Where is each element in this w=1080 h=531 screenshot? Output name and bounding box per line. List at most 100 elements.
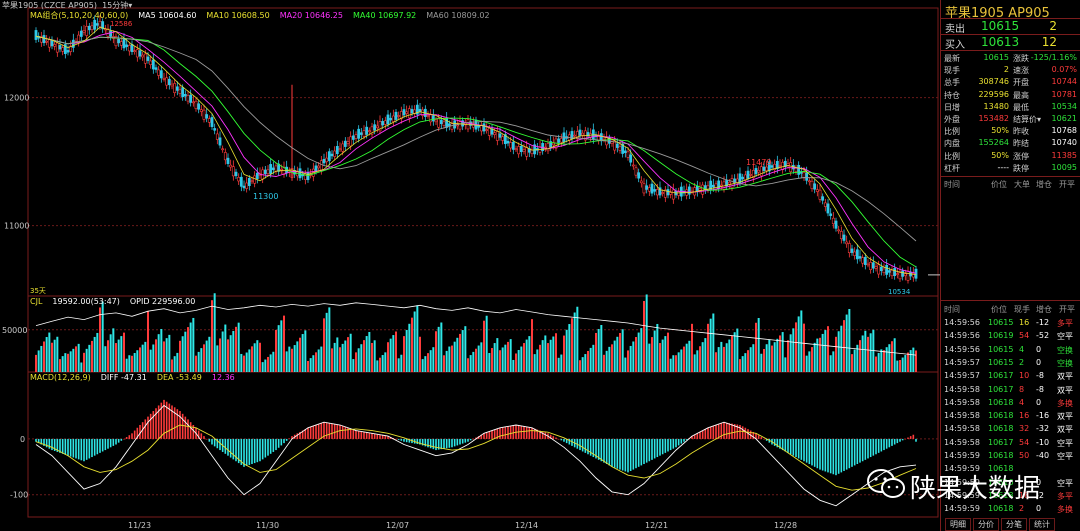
macd-bar (640, 438, 643, 466)
candle-body (591, 129, 595, 140)
volume-bar (173, 356, 176, 372)
candle-body (229, 164, 233, 168)
panel-tab[interactable]: 分价 (973, 518, 999, 531)
candle-body (271, 167, 275, 171)
macd-bar (915, 438, 917, 442)
macd-bar (125, 437, 128, 439)
sell-row[interactable]: 卖出 10615 2 (941, 19, 1080, 35)
stat-key: 日增 (944, 102, 960, 112)
volume-bar (443, 355, 445, 372)
trade-row: 14:59:58 10618 16 -16 双平 (941, 411, 1080, 424)
candle-body (357, 128, 361, 139)
macd-bar (512, 425, 515, 439)
candle-body (82, 30, 86, 33)
volume-bar (125, 358, 128, 372)
candle-body (829, 213, 833, 216)
candle-body (119, 41, 123, 46)
macd-bar (75, 438, 77, 459)
candle-body (634, 167, 638, 176)
volume-bar (341, 343, 344, 372)
candle-body (338, 148, 342, 151)
macd-bar (509, 425, 512, 439)
volume-bar (195, 355, 197, 372)
candle-body (669, 192, 673, 195)
volume-bar (776, 338, 779, 372)
volume-bar (557, 357, 560, 372)
volume-bar (541, 340, 544, 372)
volume-bar (603, 354, 605, 372)
volume-bar (627, 350, 629, 372)
candle-body (167, 78, 171, 86)
stat-key: 最高 (1013, 90, 1029, 100)
volume-bar (651, 337, 653, 372)
panel-tab[interactable]: 分笔 (1001, 518, 1027, 531)
volume-bar (93, 336, 96, 372)
volume-bar (520, 346, 523, 372)
volume-bar (269, 354, 272, 372)
macd-bar (869, 438, 872, 458)
ma-line (35, 35, 917, 242)
volume-bar (176, 352, 179, 372)
macd-bar (611, 438, 613, 467)
trade-cell: 14:59:58 (944, 411, 980, 421)
candle-body (375, 125, 379, 129)
volume-bar (216, 345, 219, 372)
stat-key: 跌停 (1013, 163, 1029, 173)
macd-bar (843, 438, 845, 471)
volume-bar (915, 350, 917, 372)
volume-bar (496, 338, 499, 372)
candle-body (818, 189, 822, 200)
macd-bar (675, 438, 677, 448)
price-candles[interactable] (34, 15, 918, 284)
macd-bar (579, 438, 581, 451)
trade-row: 14:59:58 10617 54 -10 空平 (941, 438, 1080, 451)
candle-body (405, 111, 409, 114)
macd-bar (744, 427, 747, 439)
volume-bar (536, 349, 539, 372)
trade-cell: 双平 (1057, 425, 1073, 435)
volume-bar (256, 340, 259, 372)
period-selector[interactable]: 15分钟 (102, 1, 128, 10)
candle-body (778, 165, 782, 167)
volume-bar (499, 350, 501, 372)
macd-bar (277, 438, 280, 448)
candle-body (698, 188, 702, 191)
stat-key: 速涨 (1013, 66, 1029, 76)
candle-body (853, 251, 857, 256)
volume-bar (352, 359, 355, 372)
volume-bar (907, 352, 909, 372)
volume-bar (373, 340, 376, 372)
candle-body (437, 117, 441, 128)
macd-bar (184, 416, 187, 439)
chart-area[interactable]: 12000 11000 50000 0 -100 11/23 11/30 12/07 12/14… (0, 0, 940, 531)
volume-bar (573, 312, 576, 372)
volume-bar (768, 339, 771, 372)
volume-bar (829, 355, 832, 372)
chevron-down-icon[interactable]: ▾ (128, 1, 132, 10)
candle-body (407, 108, 411, 119)
stat-row: 比例 50% 昨收 10768 (941, 126, 1080, 138)
candle-body (815, 189, 819, 192)
panel-tab[interactable]: 明细 (945, 518, 971, 531)
candle-body (671, 189, 675, 200)
buy-row[interactable]: 买入 10613 12 (941, 35, 1080, 51)
stat-row: 日增 13480 最低 10534 (941, 102, 1080, 114)
macd-bar (88, 438, 91, 459)
candle-body (727, 181, 731, 185)
macd-bar (683, 438, 685, 442)
candle-body (493, 132, 497, 135)
panel-tab[interactable]: 统计 (1029, 518, 1055, 531)
candle-body (871, 262, 875, 269)
volume-bar (912, 347, 915, 372)
volume-bar (272, 351, 275, 372)
macd-bar (48, 438, 51, 449)
candle-body (573, 134, 577, 137)
macd-bar (307, 427, 309, 439)
volume-bar (296, 341, 299, 372)
column-header: 增仓 (1036, 180, 1052, 189)
macd-bar (584, 438, 587, 453)
stat-value: 10768 (1051, 126, 1077, 136)
sell-price: 10615 (981, 19, 1020, 33)
candle-body (890, 269, 894, 277)
volume-bar (251, 346, 253, 372)
